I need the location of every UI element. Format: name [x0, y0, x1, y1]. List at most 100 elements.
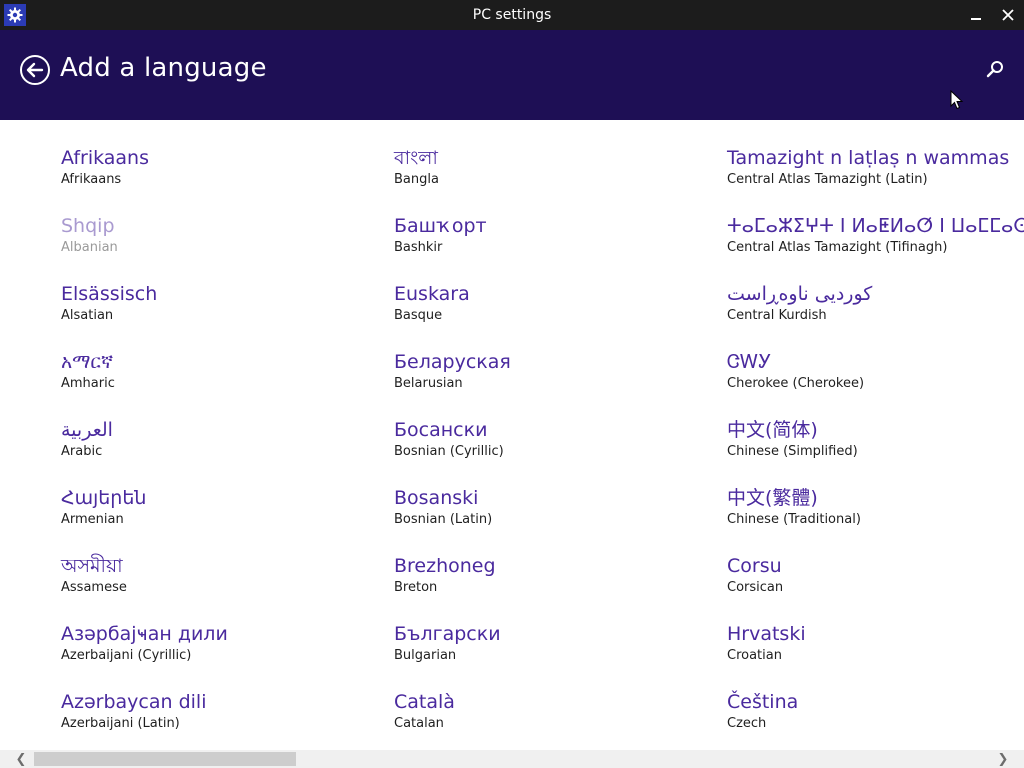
language-native-name: Беларуская [394, 351, 511, 373]
language-column: Tamazight n laṭlaṣ n wammas Central Atlas… [727, 146, 1024, 758]
back-button[interactable] [19, 54, 51, 86]
language-english-name: Central Atlas Tamazight (Latin) [727, 172, 928, 187]
language-item[interactable]: العربية Arabic [61, 418, 381, 486]
language-english-name: Assamese [61, 580, 127, 595]
language-native-name: Bosanski [394, 487, 479, 509]
page-title: Add a language [60, 53, 267, 83]
language-native-name: Shqip [61, 215, 115, 237]
language-native-name: Hrvatski [727, 623, 806, 645]
language-english-name: Albanian [61, 240, 118, 255]
language-item[interactable]: ⵜⴰⵎⴰⵣⵉⵖⵜ ⵏ ⵍⴰⵟⵍⴰⵚ ⵏ ⵡⴰⵎⵎⴰⵙ Central Atlas … [727, 214, 1024, 282]
horizontal-scrollbar[interactable]: ❮ ❯ [0, 750, 1024, 768]
search-button[interactable] [983, 57, 1007, 81]
language-item[interactable]: Azərbaycan dili Azerbaijani (Latin) [61, 690, 381, 758]
language-native-name: Azərbaycan dili [61, 691, 207, 713]
language-column: বাংলা Bangla Башҡорт Bashkir Euskara Basque Бе… [394, 146, 714, 758]
minimize-icon [971, 18, 981, 20]
language-english-name: Croatian [727, 648, 782, 663]
language-english-name: Bosnian (Cyrillic) [394, 444, 504, 459]
language-item[interactable]: Hrvatski Croatian [727, 622, 1024, 690]
language-english-name: Armenian [61, 512, 124, 527]
language-english-name: Czech [727, 716, 767, 731]
language-english-name: Belarusian [394, 376, 463, 391]
language-english-name: Corsican [727, 580, 784, 595]
chevron-left-icon[interactable]: ❮ [6, 750, 36, 768]
language-native-name: Башҡорт [394, 215, 487, 237]
language-native-name: বাংলা [394, 147, 438, 169]
language-item[interactable]: Brezhoneg Breton [394, 554, 714, 622]
language-native-name: Corsu [727, 555, 782, 577]
language-english-name: Cherokee (Cherokee) [727, 376, 865, 391]
language-english-name: Central Kurdish [727, 308, 827, 323]
scrollbar-thumb[interactable] [34, 752, 296, 766]
language-item[interactable]: Elsässisch Alsatian [61, 282, 381, 350]
language-item[interactable]: کوردیی ناوەڕاست Central Kurdish [727, 282, 1024, 350]
minimize-button[interactable] [964, 4, 988, 26]
language-item[interactable]: Català Catalan [394, 690, 714, 758]
language-native-name: Euskara [394, 283, 470, 305]
chevron-right-icon[interactable]: ❯ [988, 750, 1018, 768]
language-english-name: Catalan [394, 716, 444, 731]
language-english-name: Arabic [61, 444, 103, 459]
language-english-name: Chinese (Traditional) [727, 512, 861, 527]
language-english-name: Bosnian (Latin) [394, 512, 493, 527]
language-native-name: Elsässisch [61, 283, 158, 305]
language-native-name: العربية [61, 419, 113, 441]
language-native-name: 中文(简体) [727, 419, 818, 441]
language-column: Afrikaans Afrikaans Shqip Albanian Elsässisc… [61, 146, 381, 758]
language-item[interactable]: Afrikaans Afrikaans [61, 146, 381, 214]
language-item[interactable]: 中文(繁體) Chinese (Traditional) [727, 486, 1024, 554]
language-item[interactable]: አማርኛ Amharic [61, 350, 381, 418]
language-english-name: Basque [394, 308, 443, 323]
language-item[interactable]: 中文(简体) Chinese (Simplified) [727, 418, 1024, 486]
language-native-name: Čeština [727, 691, 799, 713]
language-native-name: Հայերեն [61, 487, 147, 509]
language-item[interactable]: Corsu Corsican [727, 554, 1024, 622]
language-native-name: Brezhoneg [394, 555, 496, 577]
language-list: Afrikaans Afrikaans Shqip Albanian Elsässisc… [0, 120, 1024, 750]
mouse-cursor-icon [950, 90, 964, 110]
language-item[interactable]: Беларуская Belarusian [394, 350, 714, 418]
language-item[interactable]: Башҡорт Bashkir [394, 214, 714, 282]
search-icon [986, 61, 1003, 78]
language-english-name: Alsatian [61, 308, 114, 323]
language-native-name: کوردیی ناوەڕاست [727, 283, 873, 305]
language-native-name: አማርኛ [61, 351, 114, 373]
language-native-name: Català [394, 691, 455, 713]
language-english-name: Central Atlas Tamazight (Tifinagh) [727, 240, 948, 255]
language-item[interactable]: অসমীয়া Assamese [61, 554, 381, 622]
language-english-name: Bulgarian [394, 648, 457, 663]
window-title: PC settings [472, 7, 552, 23]
language-native-name: Tamazight n laṭlaṣ n wammas [727, 147, 1010, 169]
language-item[interactable]: Български Bulgarian [394, 622, 714, 690]
language-english-name: Bashkir [394, 240, 443, 255]
language-native-name: Afrikaans [61, 147, 149, 169]
language-english-name: Bangla [394, 172, 439, 187]
language-native-name: Азәрбајҹан дили [61, 623, 228, 645]
language-item[interactable]: Bosanski Bosnian (Latin) [394, 486, 714, 554]
language-item[interactable]: Čeština Czech [727, 690, 1024, 758]
language-native-name: 中文(繁體) [727, 487, 818, 509]
language-item: Shqip Albanian [61, 214, 381, 282]
language-english-name: Afrikaans [61, 172, 122, 187]
language-english-name: Amharic [61, 376, 115, 391]
language-english-name: Breton [394, 580, 438, 595]
language-native-name: Български [394, 623, 501, 645]
language-english-name: Chinese (Simplified) [727, 444, 858, 459]
language-native-name: Босански [394, 419, 488, 441]
language-native-name: ᏣᎳᎩ [727, 351, 772, 373]
title-bar: PC settings [0, 0, 1024, 30]
close-icon [1002, 9, 1014, 21]
language-english-name: Azerbaijani (Cyrillic) [61, 648, 192, 663]
language-item[interactable]: Босански Bosnian (Cyrillic) [394, 418, 714, 486]
language-item[interactable]: Հայերեն Armenian [61, 486, 381, 554]
close-button[interactable] [996, 4, 1020, 26]
language-english-name: Azerbaijani (Latin) [61, 716, 180, 731]
language-item[interactable]: ᏣᎳᎩ Cherokee (Cherokee) [727, 350, 1024, 418]
back-arrow-icon [20, 55, 50, 85]
language-item[interactable]: Euskara Basque [394, 282, 714, 350]
language-item[interactable]: বাংলা Bangla [394, 146, 714, 214]
language-item[interactable]: Tamazight n laṭlaṣ n wammas Central Atlas… [727, 146, 1024, 214]
language-item[interactable]: Азәрбајҹан дили Azerbaijani (Cyrillic) [61, 622, 381, 690]
language-native-name: ⵜⴰⵎⴰⵣⵉⵖⵜ ⵏ ⵍⴰⵟⵍⴰⵚ ⵏ ⵡⴰⵎⵎⴰⵙ [727, 215, 1024, 237]
